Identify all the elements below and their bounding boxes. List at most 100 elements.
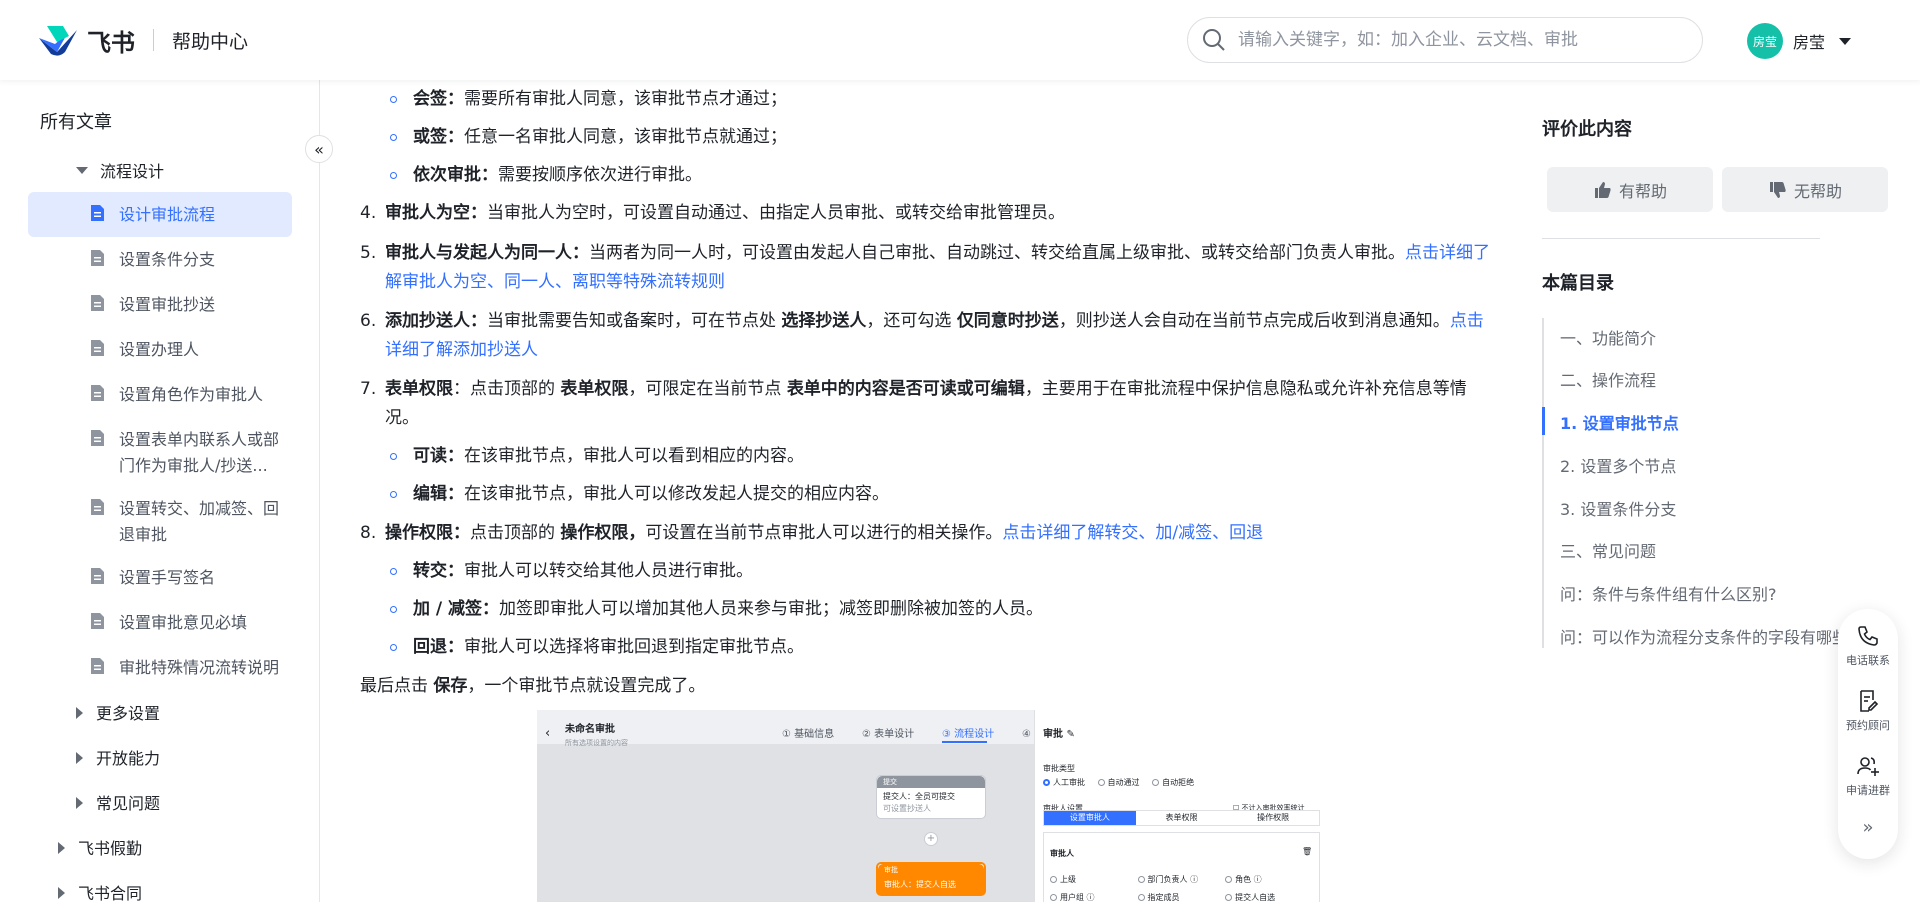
tab-operation-permission: 操作权限 xyxy=(1257,813,1290,822)
description: ：点击顶部的 xyxy=(453,379,561,399)
toc-item-active[interactable]: 1. 设置审批节点 xyxy=(1560,410,1679,434)
toc-item[interactable]: 二、操作流程 xyxy=(1560,367,1656,391)
term: 表单中的内容是否可读或可编辑 xyxy=(786,379,1025,399)
list-number: 4. xyxy=(360,203,377,223)
sidebar-item-label: 设计审批流程 xyxy=(119,205,216,224)
toc-item[interactable]: 问：可以作为流程分支条件的字段有哪些 xyxy=(1560,624,1845,648)
sidebar-section-contract[interactable]: 飞书合同 xyxy=(58,880,142,902)
description: 需要所有审批人同意，该审批节点才通过； xyxy=(464,89,787,109)
caret-right-icon xyxy=(76,752,83,764)
radio-icon xyxy=(1137,894,1145,901)
term: 添加抄送人： xyxy=(385,311,487,331)
sidebar-item-form-contact-approver[interactable]: 设置表单内联系人或部门作为审批人/抄送... xyxy=(90,427,290,479)
sidebar-item-design-flow[interactable]: 设计审批流程 xyxy=(90,202,290,228)
sidebar-section-attendance[interactable]: 飞书假勤 xyxy=(58,835,142,859)
description: ，还可勾选 xyxy=(866,311,957,331)
description: 当审批需要告知或备案时，可在节点处 xyxy=(487,311,782,331)
list-number: 6. xyxy=(360,311,377,331)
search-input[interactable] xyxy=(1238,30,1678,50)
thumbs-up-icon xyxy=(1594,181,1611,198)
document-icon xyxy=(91,340,104,356)
sidebar-item-cc[interactable]: 设置审批抄送 xyxy=(90,292,290,318)
caret-right-icon xyxy=(58,887,65,899)
user-name[interactable]: 房莹 xyxy=(1793,29,1825,53)
helpful-button[interactable]: 有帮助 xyxy=(1547,167,1713,212)
sidebar-item-label: 设置表单内联系人或部门作为审批人/抄送... xyxy=(119,430,280,475)
sidebar-item-transfer[interactable]: 设置转交、加减签、回退审批 xyxy=(90,496,290,548)
expand-widget-icon[interactable]: » xyxy=(1838,817,1898,838)
sidebar-item-handler[interactable]: 设置办理人 xyxy=(90,337,290,363)
caret-right-icon xyxy=(76,797,83,809)
toc-item[interactable]: 3. 设置条件分支 xyxy=(1560,496,1676,520)
node-line: 提交人：全员可提交 xyxy=(883,792,955,801)
sidebar-item-label: 设置手写签名 xyxy=(119,568,216,587)
not-helpful-button[interactable]: 无帮助 xyxy=(1722,167,1888,212)
list-item: 依次审批：需要按顺序依次进行审批。 xyxy=(390,161,702,190)
radio-label: 人工审批 xyxy=(1053,778,1085,787)
document-icon xyxy=(91,250,104,266)
bullet-icon xyxy=(390,96,397,103)
sidebar-item-role-approver[interactable]: 设置角色作为审批人 xyxy=(90,382,290,408)
radio-icon xyxy=(1050,876,1057,883)
toc-item[interactable]: 2. 设置多个节点 xyxy=(1560,453,1676,477)
description: ，则抄送人会自动在当前节点完成后收到消息通知。 xyxy=(1058,311,1450,331)
avatar[interactable]: 房莹 xyxy=(1747,23,1783,59)
join-group-button[interactable]: 申请进群 xyxy=(1838,754,1898,798)
term: 或签： xyxy=(413,127,464,147)
option-row: 用户组 ⓘ 指定成员 提交人自选 xyxy=(1050,883,1275,902)
toc-item[interactable]: 三、常见问题 xyxy=(1560,538,1656,562)
sidebar-item-special-cases[interactable]: 审批特殊情况流转说明 xyxy=(90,655,290,681)
help-center-title[interactable]: 帮助中心 xyxy=(172,27,248,54)
radio-label: 自动通过 xyxy=(1107,778,1140,787)
group-label: 申请进群 xyxy=(1846,784,1890,797)
sidebar-section-faq[interactable]: 常见问题 xyxy=(76,790,160,814)
panel-divider xyxy=(1542,238,1820,239)
toc-item[interactable]: 问：条件与条件组有什么区别? xyxy=(1560,581,1777,605)
chevron-down-icon[interactable] xyxy=(1839,37,1852,45)
term: 仅同意时抄送 xyxy=(956,311,1059,331)
document-icon xyxy=(91,430,104,446)
term: 加 / 减签： xyxy=(413,599,500,619)
list-number: 7. xyxy=(360,379,377,399)
book-consultant-button[interactable]: 预约顾问 xyxy=(1838,689,1898,733)
radio-icon xyxy=(1137,876,1145,883)
description: 加签即审批人可以增加其他人员来参与审批；减签即删除被加签的人员。 xyxy=(499,599,1044,619)
sidebar-section-more-settings[interactable]: 更多设置 xyxy=(76,700,160,724)
closing-paragraph: 最后点击 保存，一个审批节点就设置完成了。 xyxy=(360,672,705,701)
toc-title: 本篇目录 xyxy=(1542,273,1614,294)
list-item: 8. 操作权限：点击顶部的 操作权限，可设置在当前节点审批人可以进行的相关操作。… xyxy=(360,519,1510,548)
sidebar-title[interactable]: 所有文章 xyxy=(40,108,112,134)
search-box[interactable] xyxy=(1187,17,1703,63)
sidebar-section-label: 流程设计 xyxy=(100,162,165,181)
logo[interactable]: 飞书 帮助中心 xyxy=(37,22,248,58)
article-screenshot: ‹ 未命名审批 所有选项设置的内容 ① 基础信息 ② 表单设计 ③ 流程设计 ④… xyxy=(537,710,1327,902)
document-icon xyxy=(91,568,104,584)
phone-contact-button[interactable]: 电话联系 xyxy=(1838,624,1898,668)
user-menu[interactable]: 房莹 房莹 xyxy=(1747,23,1852,59)
bullet-icon xyxy=(390,606,397,613)
step-underline xyxy=(942,741,987,743)
description: 可设置在当前节点审批人可以进行的相关操作。 xyxy=(645,523,1003,543)
caret-down-icon xyxy=(76,167,88,174)
list-item: 回退：审批人可以选择将审批回退到指定审批节点。 xyxy=(390,633,804,662)
list-number: 8. xyxy=(360,523,377,543)
radio-icon xyxy=(1097,779,1105,786)
description: ，一个审批节点就设置完成了。 xyxy=(467,676,706,696)
transfer-sign-rollback-link[interactable]: 点击详细了解转交、加/减签、回退 xyxy=(1002,523,1263,543)
add-group-icon xyxy=(1857,757,1879,776)
feishu-logo-icon xyxy=(39,26,77,56)
sidebar-item-opinion-required[interactable]: 设置审批意见必填 xyxy=(90,610,290,636)
radio-label: 指定成员 xyxy=(1147,893,1180,902)
phone-label: 电话联系 xyxy=(1846,654,1890,667)
sidebar-section-flow-design[interactable]: 流程设计 xyxy=(76,158,164,182)
search-icon xyxy=(1203,29,1225,51)
collapse-sidebar-button[interactable]: « xyxy=(305,135,333,163)
sidebar-item-condition-branch[interactable]: 设置条件分支 xyxy=(90,247,290,273)
document-icon xyxy=(91,205,104,221)
toc-item[interactable]: 一、功能简介 xyxy=(1560,325,1656,349)
document-icon xyxy=(91,658,104,674)
box-title: 审批人 xyxy=(1050,849,1074,858)
sidebar-item-signature[interactable]: 设置手写签名 xyxy=(90,565,290,591)
sidebar-section-open-capability[interactable]: 开放能力 xyxy=(76,745,160,769)
description: 审批人可以转交给其他人员进行审批。 xyxy=(464,561,753,581)
